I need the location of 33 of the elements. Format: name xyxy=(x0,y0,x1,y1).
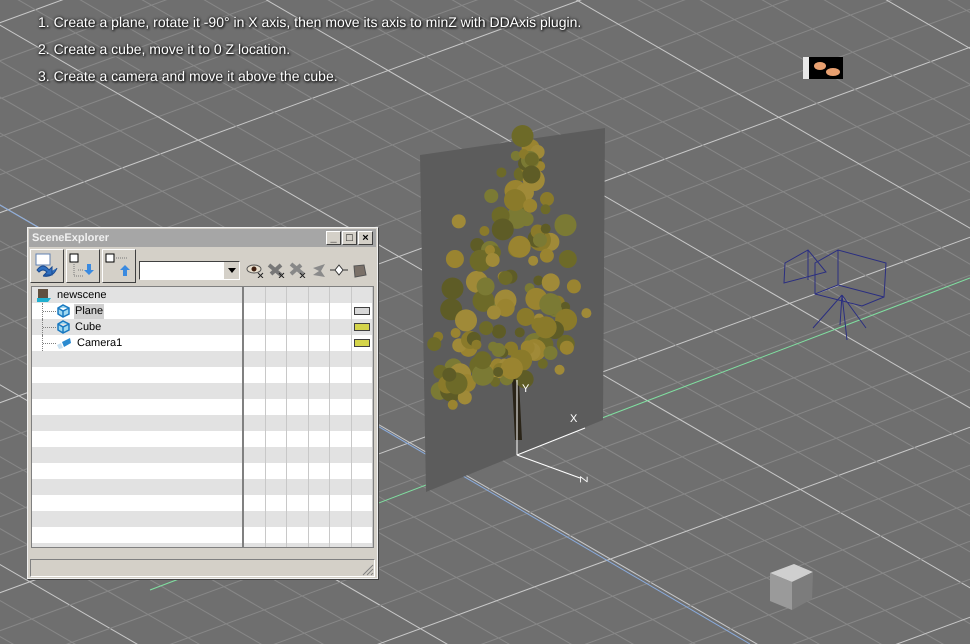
maximize-button[interactable]: □ xyxy=(342,231,357,245)
visibility-icon[interactable] xyxy=(246,262,264,278)
expand-button[interactable] xyxy=(66,249,100,283)
minimize-button[interactable]: _ xyxy=(326,231,341,245)
scene-icon xyxy=(37,288,52,302)
color-swatch[interactable] xyxy=(354,307,370,315)
tree-item[interactable]: Plane xyxy=(74,304,104,318)
pivot-icon[interactable] xyxy=(330,262,348,278)
tree-item[interactable]: Cube xyxy=(74,320,102,334)
tree-connector-icon xyxy=(42,303,56,319)
collapse-button[interactable] xyxy=(102,249,136,283)
color-swatch[interactable] xyxy=(354,339,370,347)
mesh-cube-icon xyxy=(56,304,70,318)
material-icon[interactable] xyxy=(351,262,367,278)
render-icon[interactable] xyxy=(288,262,306,278)
color-swatch[interactable] xyxy=(354,323,370,331)
tree-connector-icon xyxy=(42,335,56,351)
axis-label: X xyxy=(570,413,578,425)
refresh-button[interactable] xyxy=(30,249,64,283)
close-button[interactable]: × xyxy=(358,231,373,245)
tree-item[interactable]: newscene xyxy=(56,288,108,302)
cube-drawing xyxy=(770,564,813,610)
freeze-icon[interactable] xyxy=(267,262,285,278)
tree-connector-icon xyxy=(42,319,56,335)
plugin-icon[interactable] xyxy=(803,57,843,79)
filter-dropdown[interactable] xyxy=(139,260,240,280)
mesh-cube-icon xyxy=(56,320,70,334)
camera-icon xyxy=(56,336,72,350)
axis-label: Y xyxy=(522,383,530,395)
axis-label: Z xyxy=(577,476,589,483)
resize-grip-icon[interactable] xyxy=(362,564,374,576)
window-title: SceneExplorer xyxy=(32,230,110,246)
tree-item[interactable]: Camera1 xyxy=(76,336,124,350)
